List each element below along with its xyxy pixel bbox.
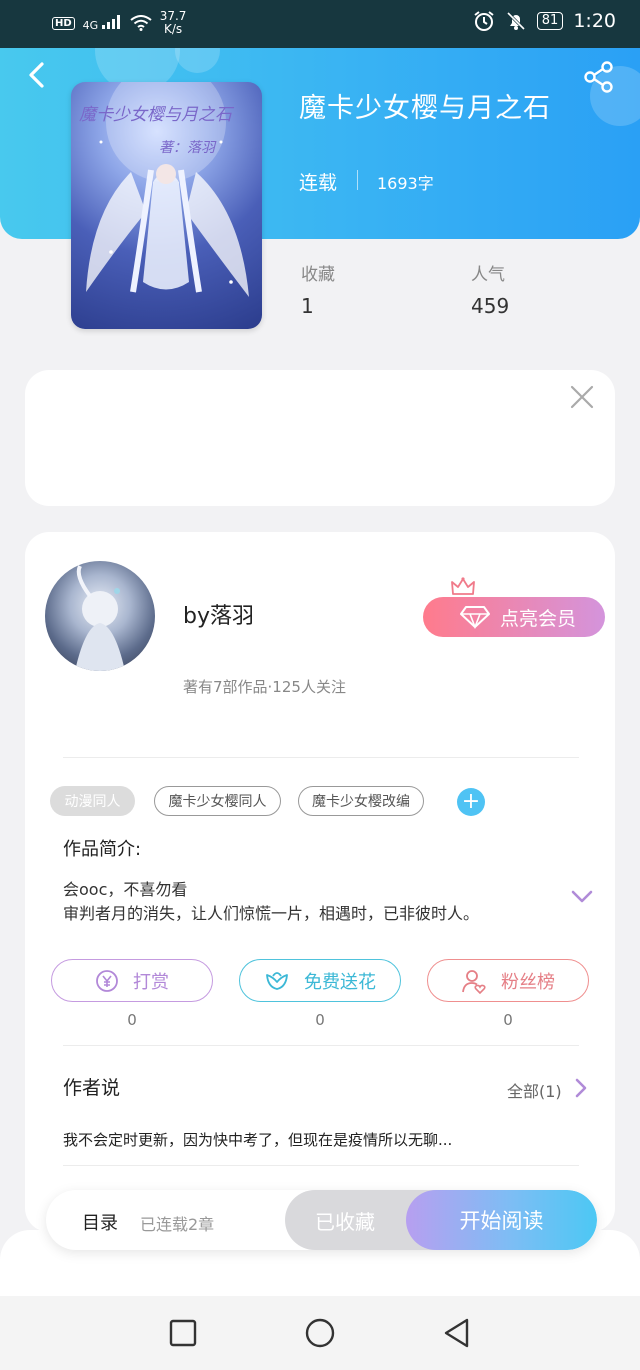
author-says-heading: 作者说	[63, 1077, 121, 1099]
author-says-all-link[interactable]: 全部(1)	[507, 1078, 562, 1102]
synopsis-line: 会ooc，不喜勿看	[63, 880, 188, 899]
fan-count: 0	[503, 1011, 513, 1029]
favorites-count: 1	[301, 294, 314, 318]
cover-illustration: 魔卡少女樱与月之石 著：落羽	[79, 82, 249, 297]
section-divider	[63, 1165, 579, 1166]
serial-status: 连载	[299, 172, 338, 194]
reward-count: 0	[127, 1011, 137, 1029]
vip-member-button[interactable]: 点亮会员	[423, 597, 605, 637]
synopsis-line: 审判者月的消失，让人们惊慌一片，相遇时，已非彼时人。	[63, 904, 480, 923]
reward-label: 打赏	[133, 971, 169, 993]
plus-icon: +	[461, 789, 481, 814]
fan-ranking-label: 粉丝榜	[501, 971, 555, 993]
author-stats: 著有7部作品·125人关注	[183, 678, 346, 696]
send-flower-label: 免费送花	[304, 971, 376, 993]
clock: 1:20	[573, 10, 616, 32]
signal-4g-icon: 4G	[83, 14, 122, 32]
signal-bars-icon	[101, 14, 120, 29]
alarm-icon	[474, 11, 494, 31]
reward-button[interactable]: 打赏	[51, 959, 213, 1002]
hd-badge: HD	[52, 16, 75, 30]
wifi-icon	[130, 15, 152, 31]
ad-banner	[25, 370, 615, 506]
author-avatar[interactable]	[45, 561, 155, 671]
synopsis-heading: 作品简介:	[63, 839, 142, 860]
home-icon[interactable]	[303, 1316, 337, 1350]
avatar-illustration	[75, 565, 125, 671]
back-icon[interactable]	[22, 60, 52, 90]
tag-ccs-adaptation[interactable]: 魔卡少女樱改编	[298, 786, 424, 816]
battery-level: 81	[536, 12, 564, 30]
decor-bubble	[175, 48, 220, 73]
reading-action-bar: 目录 已连载2章 已收藏 开始阅读	[46, 1190, 597, 1250]
author-name[interactable]: by落羽	[183, 598, 254, 630]
meta-divider	[357, 170, 358, 190]
flower-icon	[266, 971, 288, 990]
start-reading-button[interactable]: 开始阅读	[406, 1190, 597, 1250]
status-left: HD 4G 37.7 K/s	[52, 10, 186, 36]
send-flower-button[interactable]: 免费送花	[239, 959, 401, 1002]
word-count: 1693字	[377, 174, 434, 193]
mute-icon	[506, 11, 525, 31]
add-tag-button[interactable]: +	[457, 788, 485, 816]
fan-ranking-button[interactable]: 粉丝榜	[427, 959, 589, 1002]
book-title: 魔卡少女樱与月之石	[299, 93, 551, 124]
system-nav-bar	[0, 1296, 640, 1370]
book-cover[interactable]: 魔卡少女樱与月之石 著：落羽	[71, 82, 262, 329]
popularity-count: 459	[471, 294, 510, 318]
vip-button-label: 点亮会员	[499, 607, 576, 630]
section-divider	[63, 757, 579, 758]
person-heart-icon	[462, 969, 486, 994]
author-says-text: 我不会定时更新，因为快中考了，但现在是疫情所以无聊...	[63, 1131, 453, 1149]
tag-anime-fanfic[interactable]: 动漫同人	[50, 786, 135, 816]
share-icon[interactable]	[582, 60, 616, 94]
status-right: 81 1:20	[473, 10, 616, 32]
chevron-right-icon[interactable]	[574, 1077, 588, 1099]
favorites-label: 收藏	[301, 265, 335, 285]
chevron-down-icon[interactable]	[570, 889, 594, 905]
back-nav-icon[interactable]	[440, 1316, 474, 1350]
section-divider	[63, 1045, 579, 1046]
network-speed: 37.7 K/s	[159, 9, 187, 36]
yen-icon	[96, 969, 118, 992]
flower-count: 0	[315, 1011, 325, 1029]
tag-ccs-fanfic[interactable]: 魔卡少女樱同人	[154, 786, 281, 816]
crown-icon	[451, 577, 475, 595]
recent-apps-icon[interactable]	[166, 1316, 200, 1350]
popularity-label: 人气	[471, 265, 505, 285]
close-icon[interactable]	[569, 384, 595, 410]
toc-button[interactable]: 目录	[82, 1209, 118, 1235]
cover-author-text: 著：落羽	[159, 140, 217, 156]
cover-title-text: 魔卡少女樱与月之石	[79, 105, 235, 125]
status-bar: HD 4G 37.7 K/s 81 1:20	[0, 0, 640, 48]
chapter-count: 已连载2章	[140, 1215, 215, 1234]
book-detail-card: by落羽 著有7部作品·125人关注 点亮会员 动漫同人 魔卡少女樱同人 魔卡少…	[25, 532, 615, 1232]
diamond-icon	[459, 606, 490, 629]
